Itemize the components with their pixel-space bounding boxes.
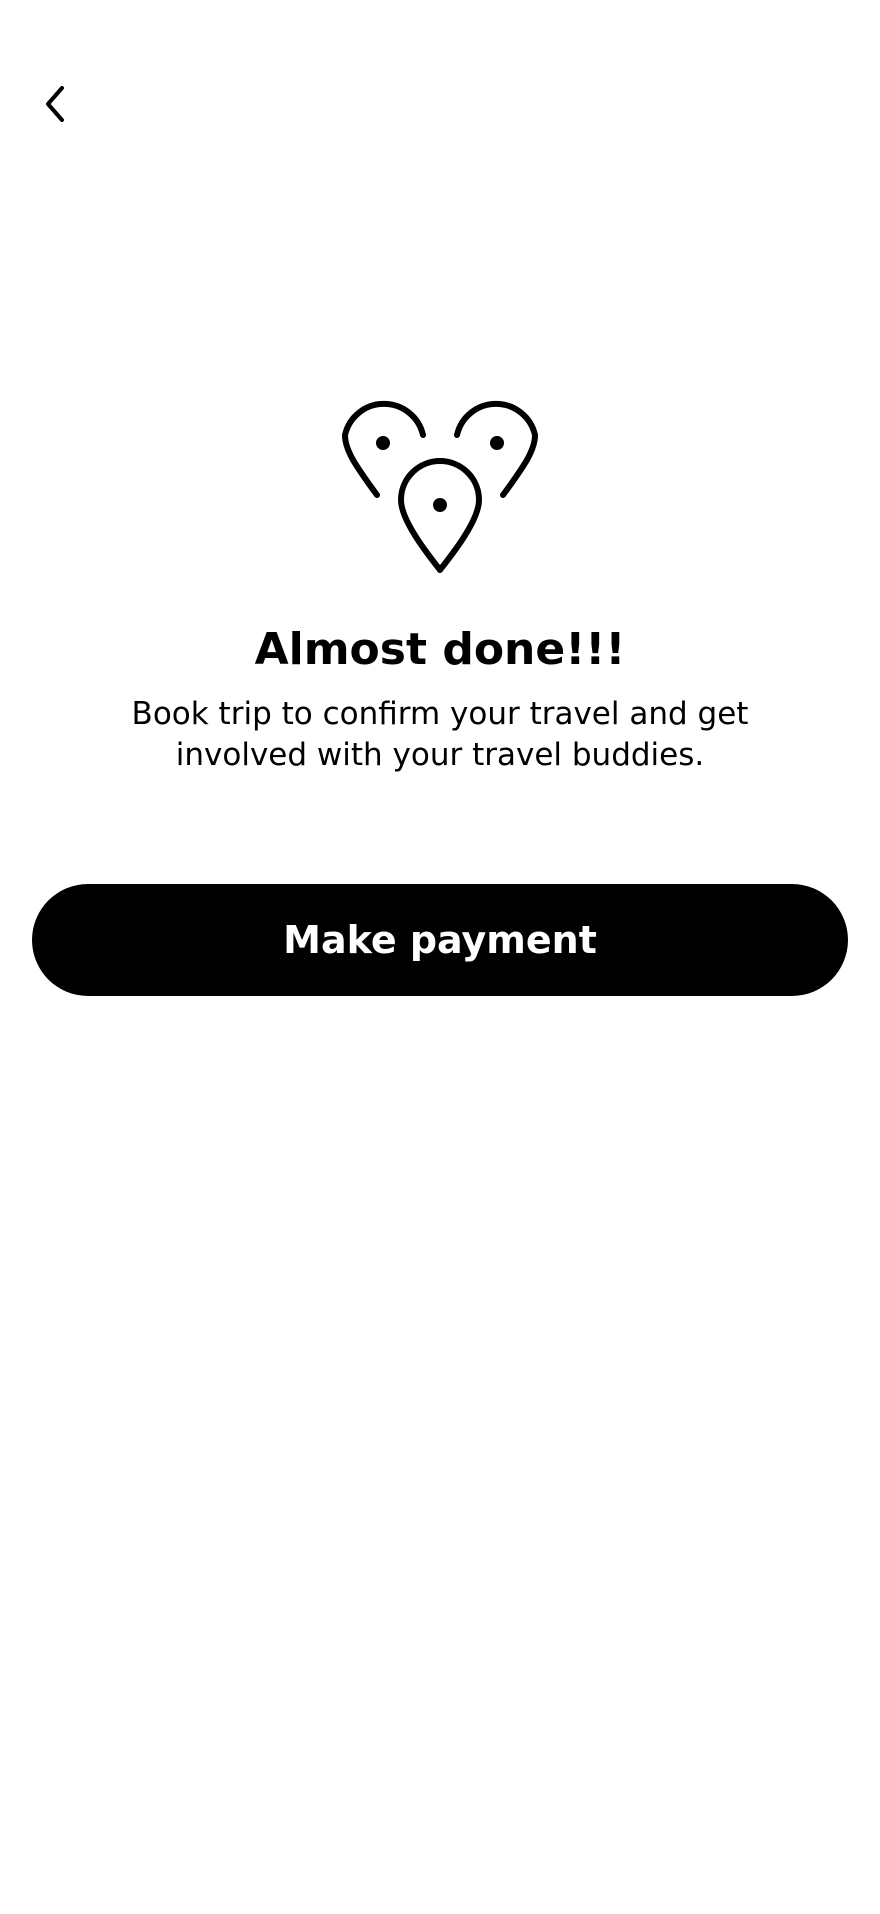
make-payment-button[interactable]: Make payment: [32, 884, 848, 996]
page-title: Almost done!!!: [254, 624, 626, 675]
page-subtitle: Book trip to confirm your travel and get…: [131, 696, 749, 773]
location-pins-icon: [341, 400, 539, 573]
back-button[interactable]: [30, 78, 82, 130]
chevron-left-icon: [46, 86, 64, 122]
